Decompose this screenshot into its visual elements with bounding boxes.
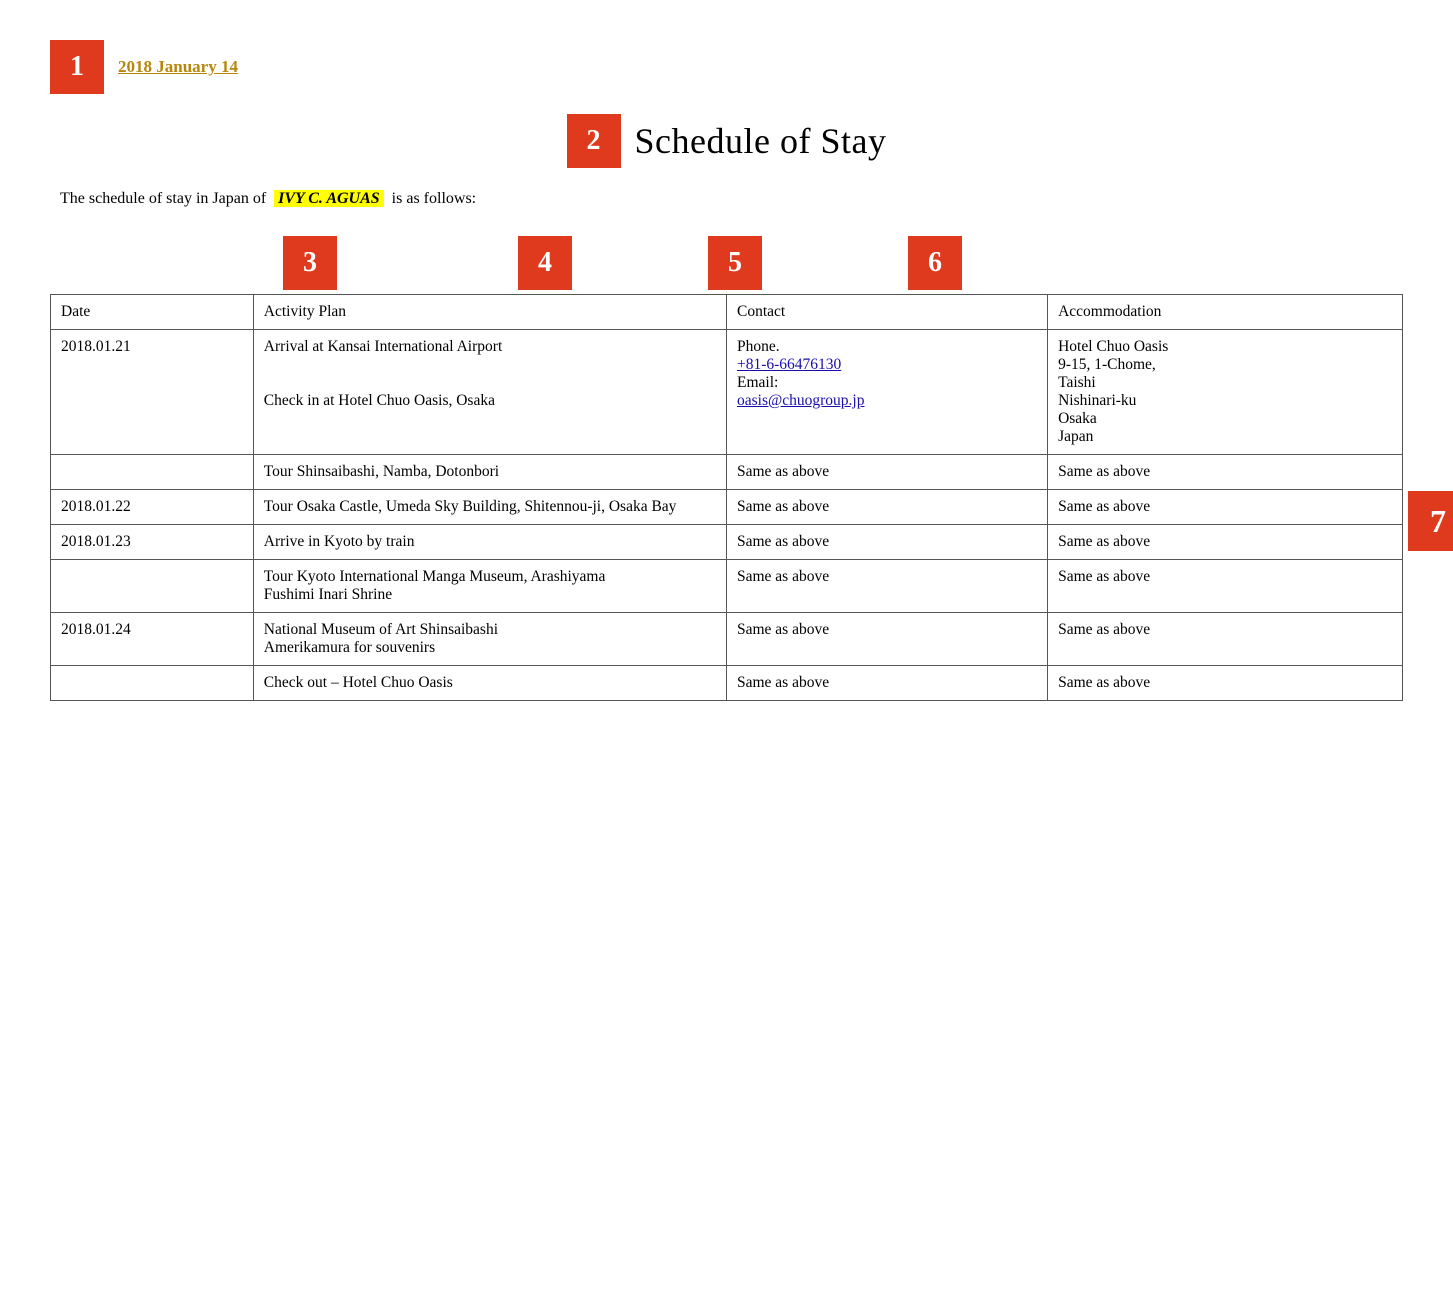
cell-date-4	[51, 560, 254, 613]
cell-date-5: 2018.01.24	[51, 613, 254, 666]
cell-accommodation-2: Same as above	[1048, 490, 1403, 525]
table-row: 2018.01.24National Museum of Art Shinsai…	[51, 613, 1403, 666]
cell-activity-5: National Museum of Art ShinsaibashiAmeri…	[253, 613, 726, 666]
person-name: IVY C. AGUAS	[274, 190, 384, 207]
contact-email[interactable]: oasis@chuogroup.jp	[737, 392, 865, 409]
contact-phone[interactable]: +81-6-66476130	[737, 356, 841, 373]
cell-activity-0: Arrival at Kansai International AirportC…	[253, 330, 726, 455]
col-header-contact: Contact	[726, 295, 1047, 330]
cell-contact-3: Same as above	[726, 525, 1047, 560]
cell-contact-5: Same as above	[726, 613, 1047, 666]
table-row: Tour Shinsaibashi, Namba, DotonboriSame …	[51, 455, 1403, 490]
table-row: 2018.01.21Arrival at Kansai Internationa…	[51, 330, 1403, 455]
cell-contact-2: Same as above	[726, 490, 1047, 525]
contact-email-label: Email:	[737, 374, 778, 391]
cell-accommodation-6: Same as above	[1048, 666, 1403, 701]
subtitle-after: is as follows:	[392, 190, 476, 207]
badge-7-container: 7	[1408, 491, 1453, 551]
cell-date-6	[51, 666, 254, 701]
cell-contact-6: Same as above	[726, 666, 1047, 701]
contact-phone-label: Phone.	[737, 338, 780, 355]
header-section: 1 2018 January 14	[50, 40, 1403, 94]
table-row: 2018.01.22Tour Osaka Castle, Umeda Sky B…	[51, 490, 1403, 525]
badge-4-wrap: 4	[450, 236, 640, 294]
table-header-row: Date Activity Plan Contact Accommodation	[51, 295, 1403, 330]
cell-contact-1: Same as above	[726, 455, 1047, 490]
cell-accommodation-3: Same as above	[1048, 525, 1403, 560]
subtitle-before: The schedule of stay in Japan of	[60, 190, 266, 207]
title-row: 2 Schedule of Stay	[50, 114, 1403, 168]
page-title: Schedule of Stay	[635, 120, 887, 162]
table-row: 2018.01.23Arrive in Kyoto by trainSame a…	[51, 525, 1403, 560]
cell-date-1	[51, 455, 254, 490]
cell-accommodation-1: Same as above	[1048, 455, 1403, 490]
cell-activity-2: Tour Osaka Castle, Umeda Sky Building, S…	[253, 490, 726, 525]
cell-activity-6: Check out – Hotel Chuo Oasis	[253, 666, 726, 701]
col-header-activity: Activity Plan	[253, 295, 726, 330]
col-header-date: Date	[51, 295, 254, 330]
cell-date-2: 2018.01.22	[51, 490, 254, 525]
badge-7: 7	[1408, 491, 1453, 551]
badge-5: 5	[708, 236, 762, 290]
badge-6: 6	[908, 236, 962, 290]
badge-4: 4	[518, 236, 572, 290]
badge-5-wrap: 5	[640, 236, 830, 294]
table-row: Check out – Hotel Chuo OasisSame as abov…	[51, 666, 1403, 701]
badge-6-wrap: 6	[830, 236, 1040, 294]
cell-activity-1: Tour Shinsaibashi, Namba, Dotonbori	[253, 455, 726, 490]
cell-accommodation-0: Hotel Chuo Oasis9-15, 1-Chome,TaishiNish…	[1048, 330, 1403, 455]
badge-3: 3	[283, 236, 337, 290]
cell-accommodation-4: Same as above	[1048, 560, 1403, 613]
cell-contact-4: Same as above	[726, 560, 1047, 613]
badge-1: 1	[50, 40, 104, 94]
badge-2: 2	[567, 114, 621, 168]
date-text: 2018 January 14	[118, 57, 238, 77]
schedule-table: Date Activity Plan Contact Accommodation…	[50, 294, 1403, 701]
cell-accommodation-5: Same as above	[1048, 613, 1403, 666]
cell-contact-0: Phone.+81-6-66476130Email:oasis@chuogrou…	[726, 330, 1047, 455]
cell-activity-4: Tour Kyoto International Manga Museum, A…	[253, 560, 726, 613]
table-section: 3 4 5 6 Date Activity Plan Contact Accom…	[50, 236, 1403, 701]
col-header-accommodation: Accommodation	[1048, 295, 1403, 330]
subtitle: The schedule of stay in Japan of IVY C. …	[50, 190, 1403, 208]
badge-3-wrap: 3	[170, 236, 450, 294]
cell-date-0: 2018.01.21	[51, 330, 254, 455]
cell-activity-3: Arrive in Kyoto by train	[253, 525, 726, 560]
cell-date-3: 2018.01.23	[51, 525, 254, 560]
table-row: Tour Kyoto International Manga Museum, A…	[51, 560, 1403, 613]
column-badges-row: 3 4 5 6	[50, 236, 1403, 294]
